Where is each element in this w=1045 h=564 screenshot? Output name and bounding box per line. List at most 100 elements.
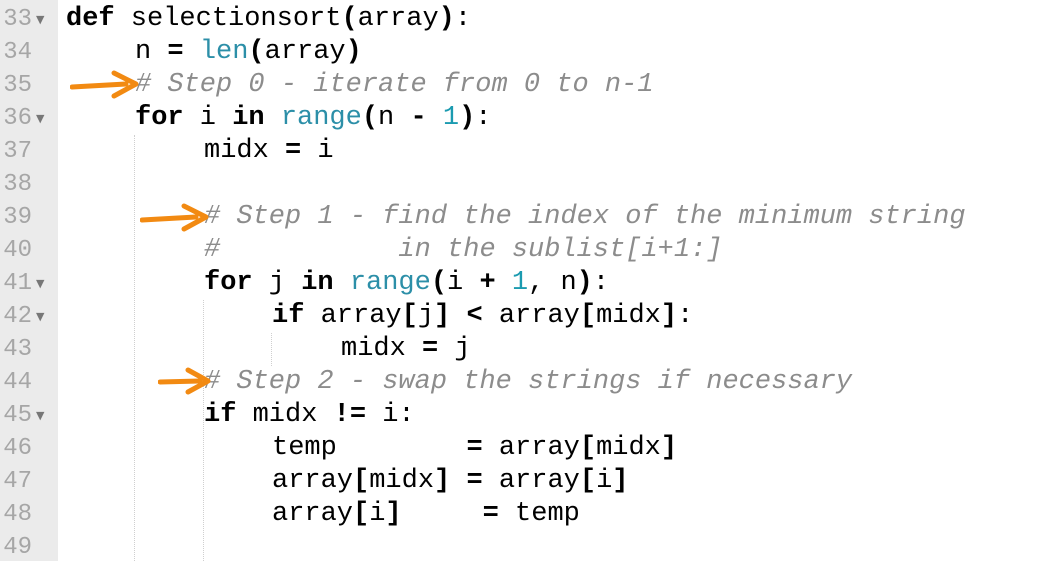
code-token: array bbox=[357, 4, 439, 34]
bracket: ] bbox=[612, 466, 629, 496]
keyword-for: for bbox=[135, 103, 184, 133]
code-token: selectionsort bbox=[114, 4, 342, 34]
code-token: array bbox=[482, 433, 580, 463]
bracket: [ bbox=[353, 466, 370, 496]
operator: - bbox=[410, 103, 427, 133]
bracket: [ bbox=[353, 499, 370, 529]
bracket: ] bbox=[434, 301, 451, 331]
operator: = bbox=[167, 37, 184, 67]
line-number: 47 bbox=[3, 468, 32, 495]
code-line[interactable]: 38 bbox=[0, 168, 1045, 201]
code-token: midx bbox=[596, 301, 661, 331]
code-line[interactable]: 40 # in the sublist[i+1:] bbox=[0, 234, 1045, 267]
code-token: midx bbox=[369, 466, 435, 496]
keyword-if: if bbox=[272, 301, 305, 331]
builtin-function: len bbox=[199, 37, 249, 67]
bracket: ] bbox=[660, 301, 678, 331]
fold-arrow-icon[interactable]: ▼ bbox=[36, 267, 44, 300]
code-line[interactable]: 47 array[midx] = array[i] bbox=[0, 465, 1045, 498]
keyword-for: for bbox=[204, 268, 253, 298]
line-number: 35 bbox=[3, 72, 32, 99]
code-token: n bbox=[378, 103, 411, 133]
code-token: i bbox=[369, 499, 386, 529]
line-number: 33 bbox=[3, 6, 32, 33]
code-line[interactable]: 49 bbox=[0, 531, 1045, 564]
bracket: ( bbox=[341, 4, 358, 34]
code-line[interactable]: 44 # Step 2 - swap the strings if necess… bbox=[0, 366, 1045, 399]
code-token: i bbox=[447, 268, 480, 298]
code-token: array bbox=[272, 499, 354, 529]
operator: = bbox=[482, 499, 499, 529]
fold-arrow-icon[interactable]: ▼ bbox=[36, 300, 44, 333]
bracket: ) bbox=[438, 4, 455, 34]
code-token: : bbox=[592, 268, 610, 298]
code-line[interactable]: 43 midx = j bbox=[0, 333, 1045, 366]
code-line[interactable]: 35 # Step 0 - iterate from 0 to n-1 bbox=[0, 69, 1045, 102]
bracket: ) bbox=[459, 103, 476, 133]
code-token: i bbox=[183, 103, 233, 133]
line-number: 36 bbox=[3, 105, 32, 132]
code-line[interactable]: 41 ▼ for j in range(i + 1, n): bbox=[0, 267, 1045, 300]
code-text: for j in range(i + 1, n): bbox=[204, 267, 609, 300]
code-text: def selectionsort(array): bbox=[66, 3, 471, 36]
code-token: i bbox=[301, 136, 334, 166]
code-token: temp bbox=[272, 433, 467, 463]
operator: != bbox=[333, 400, 367, 430]
bracket: ] bbox=[434, 466, 451, 496]
code-text: temp = array[midx] bbox=[272, 432, 677, 465]
code-token: midx bbox=[204, 136, 286, 166]
code-text: if array[j] < array[midx]: bbox=[272, 300, 693, 333]
bracket: [ bbox=[401, 301, 418, 331]
line-number: 41 bbox=[3, 270, 32, 297]
code-token: array bbox=[272, 466, 354, 496]
code-token: array bbox=[482, 301, 580, 331]
code-line[interactable]: 46 temp = array[midx] bbox=[0, 432, 1045, 465]
bracket: ( bbox=[430, 268, 448, 298]
code-text: for i in range(n - 1): bbox=[135, 102, 491, 135]
operator: = bbox=[466, 466, 483, 496]
code-line[interactable]: 33 ▼ def selectionsort(array): bbox=[0, 3, 1045, 36]
operator: = bbox=[466, 433, 483, 463]
bracket: [ bbox=[579, 433, 597, 463]
bracket: [ bbox=[579, 466, 597, 496]
code-editor[interactable]: 33 ▼ def selectionsort(array): 34 n = le… bbox=[0, 0, 1045, 561]
code-line[interactable]: 48 array[i] = temp bbox=[0, 498, 1045, 531]
code-line[interactable]: 36 ▼ for i in range(n - 1): bbox=[0, 102, 1045, 135]
annotation-arrow-icon bbox=[158, 367, 211, 395]
code-token: i: bbox=[366, 400, 415, 430]
code-token: temp bbox=[498, 499, 580, 529]
code-line[interactable]: 45 ▼ if midx != i: bbox=[0, 399, 1045, 432]
line-number: 40 bbox=[3, 237, 32, 264]
code-token: array bbox=[482, 466, 580, 496]
code-line[interactable]: 37 midx = i bbox=[0, 135, 1045, 168]
code-line[interactable]: 42 ▼ if array[j] < array[midx]: bbox=[0, 300, 1045, 333]
bracket: ] bbox=[385, 499, 402, 529]
code-text: array[i] = temp bbox=[272, 498, 580, 531]
builtin-function: range bbox=[280, 103, 362, 133]
keyword-if: if bbox=[204, 400, 237, 430]
line-number: 45 bbox=[3, 402, 32, 429]
code-line[interactable]: 34 n = len(array) bbox=[0, 36, 1045, 69]
fold-arrow-icon[interactable]: ▼ bbox=[36, 399, 44, 432]
code-text: array[midx] = array[i] bbox=[272, 465, 628, 498]
code-token: j bbox=[252, 268, 302, 298]
number-literal: 1 bbox=[511, 268, 529, 298]
fold-arrow-icon[interactable]: ▼ bbox=[36, 102, 44, 135]
bracket: ( bbox=[361, 103, 379, 133]
line-number: 43 bbox=[3, 336, 32, 363]
line-number: 44 bbox=[3, 369, 32, 396]
line-number: 46 bbox=[3, 435, 32, 462]
number-literal: 1 bbox=[442, 103, 460, 133]
code-text: midx = j bbox=[341, 333, 471, 366]
code-token: midx bbox=[341, 334, 423, 364]
comment: # Step 2 - swap the strings if necessary bbox=[204, 367, 853, 397]
fold-arrow-icon[interactable]: ▼ bbox=[36, 3, 44, 36]
code-text: n = len(array) bbox=[135, 36, 362, 69]
code-token: , n bbox=[528, 268, 577, 298]
keyword-def: def bbox=[66, 4, 115, 34]
line-number: 48 bbox=[3, 501, 32, 528]
